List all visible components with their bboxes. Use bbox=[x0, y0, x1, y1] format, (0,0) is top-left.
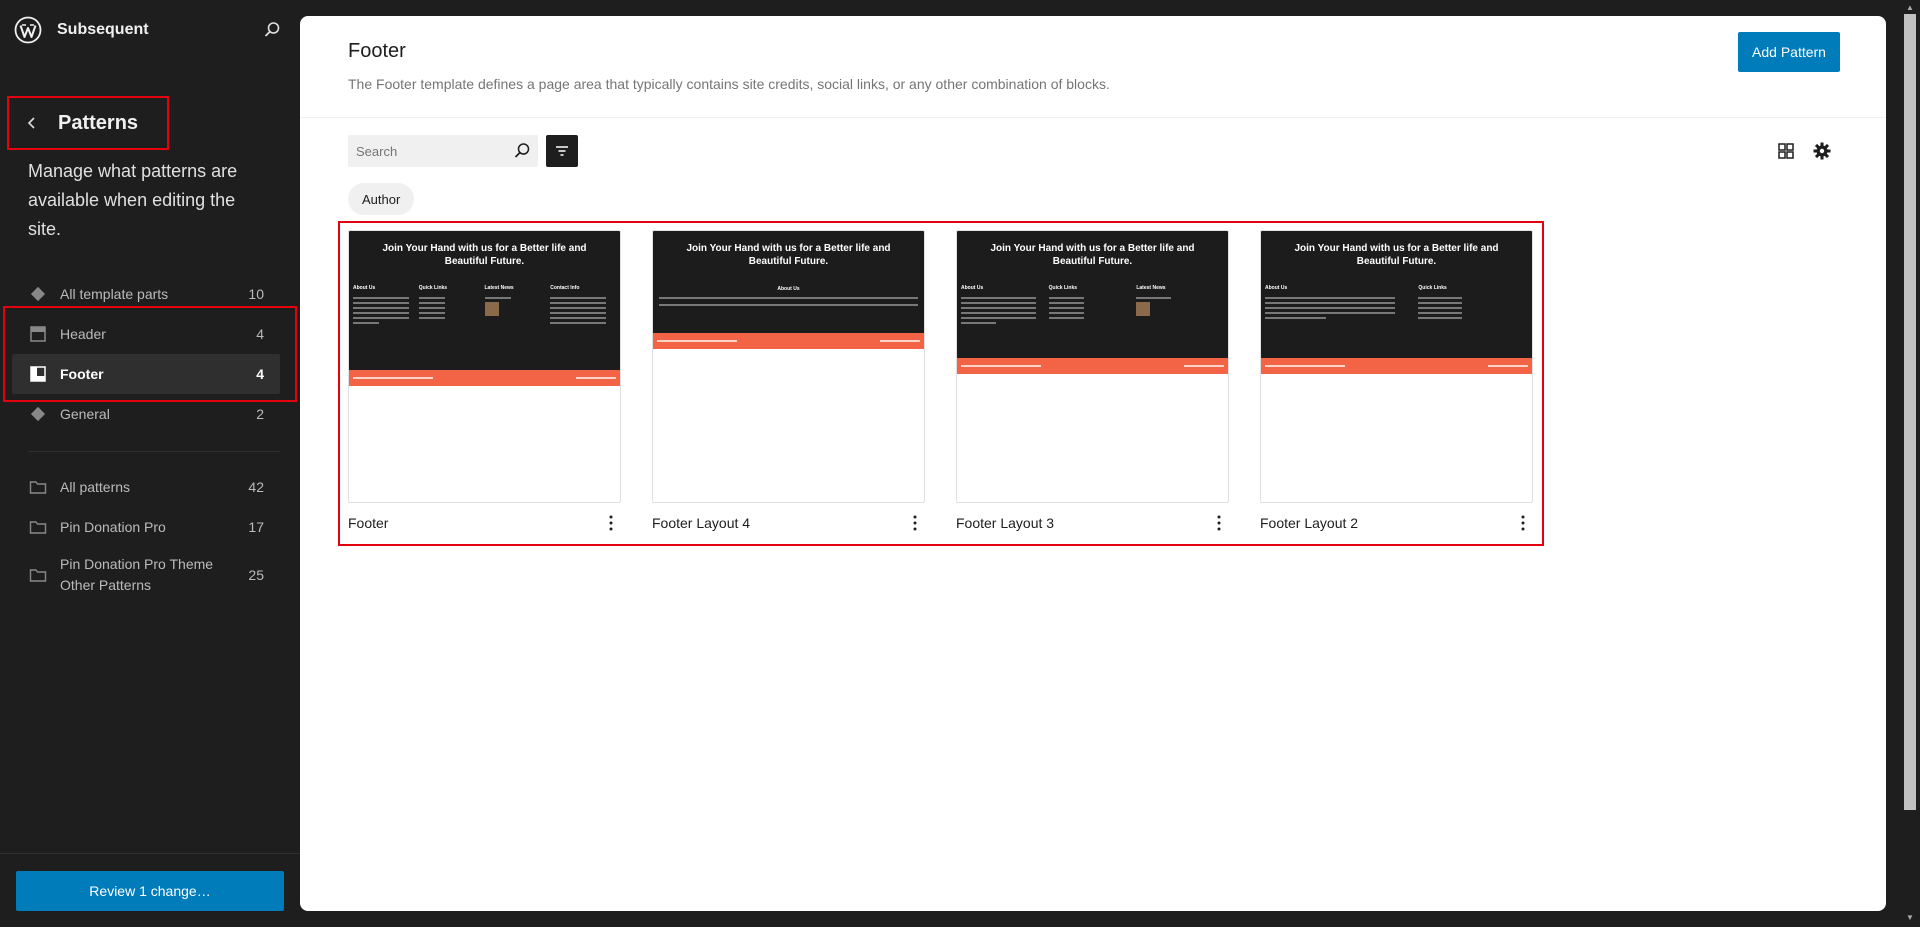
more-options-button[interactable] bbox=[601, 513, 621, 533]
pattern-preview[interactable]: Join Your Hand with us for a Better life… bbox=[956, 230, 1229, 503]
more-vertical-icon bbox=[609, 515, 613, 531]
pattern-name[interactable]: Footer Layout 4 bbox=[652, 515, 750, 531]
preview-headline: Join Your Hand with us for a Better life… bbox=[382, 243, 587, 267]
sidebar-divider bbox=[28, 451, 280, 452]
folder-icon bbox=[28, 517, 48, 537]
pattern-card: Join Your Hand with us for a Better life… bbox=[1260, 230, 1533, 543]
pattern-name[interactable]: Footer bbox=[348, 515, 388, 531]
pattern-name[interactable]: Footer Layout 3 bbox=[956, 515, 1054, 531]
nav-item-all-patterns[interactable]: All patterns 42 bbox=[12, 467, 280, 507]
page-description: The Footer template defines a page area … bbox=[348, 76, 1110, 92]
pattern-preview[interactable]: Join Your Hand with us for a Better life… bbox=[652, 230, 925, 503]
page-title: Footer bbox=[348, 40, 406, 62]
sidebar-description: Manage what patterns are available when … bbox=[28, 161, 238, 239]
more-vertical-icon bbox=[1217, 515, 1221, 531]
more-vertical-icon bbox=[1521, 515, 1525, 531]
chevron-left-icon bbox=[27, 117, 35, 129]
folder-icon bbox=[28, 477, 48, 497]
sidebar-title: Patterns bbox=[58, 111, 139, 134]
pattern-card: Join Your Hand with us for a Better life… bbox=[652, 230, 925, 543]
symbol-icon bbox=[28, 404, 48, 424]
scrollbar-thumb[interactable] bbox=[1904, 14, 1916, 810]
pattern-card: Join Your Hand with us for a Better life… bbox=[956, 230, 1229, 543]
search-input[interactable] bbox=[348, 143, 498, 159]
news-thumbnail bbox=[1136, 302, 1151, 316]
search-icon[interactable] bbox=[262, 20, 282, 40]
back-button[interactable] bbox=[22, 113, 42, 133]
grid-view-icon[interactable] bbox=[1776, 141, 1796, 161]
sidebar: Subsequent Patterns Manage what patterns… bbox=[0, 0, 300, 927]
more-options-button[interactable] bbox=[1513, 513, 1533, 533]
pattern-card: Join Your Hand with us for a Better life… bbox=[348, 230, 621, 543]
author-filter-chip[interactable]: Author bbox=[348, 183, 415, 215]
pattern-categories-nav: All patterns 42 Pin Donation Pro 17 Pin … bbox=[12, 467, 280, 603]
page-header: Footer The Footer template defines a pag… bbox=[300, 16, 1886, 118]
folder-icon bbox=[28, 565, 48, 585]
nav-item-pin-donation-pro-theme-other[interactable]: Pin Donation Pro Theme Other Patterns 25 bbox=[12, 547, 280, 603]
scroll-up-arrow-icon[interactable]: ▲ bbox=[1904, 2, 1916, 12]
scroll-down-arrow-icon[interactable]: ▼ bbox=[1904, 912, 1916, 922]
pattern-preview[interactable]: Join Your Hand with us for a Better life… bbox=[1260, 230, 1533, 503]
pattern-name[interactable]: Footer Layout 2 bbox=[1260, 515, 1358, 531]
more-options-button[interactable] bbox=[905, 513, 925, 533]
more-options-button[interactable] bbox=[1209, 513, 1229, 533]
filter-icon bbox=[556, 146, 568, 156]
patterns-heading: Patterns bbox=[7, 96, 169, 150]
preview-headline: Join Your Hand with us for a Better life… bbox=[990, 243, 1195, 267]
news-thumbnail bbox=[484, 302, 499, 316]
search-icon bbox=[514, 143, 530, 158]
search-field bbox=[348, 135, 538, 167]
gear-icon[interactable] bbox=[1812, 141, 1832, 161]
nav-item-pin-donation-pro[interactable]: Pin Donation Pro 17 bbox=[12, 507, 280, 547]
filter-button[interactable] bbox=[546, 135, 578, 167]
site-hub: Subsequent bbox=[14, 14, 149, 46]
main-content: Footer The Footer template defines a pag… bbox=[300, 16, 1886, 911]
pattern-preview[interactable]: Join Your Hand with us for a Better life… bbox=[348, 230, 621, 503]
more-vertical-icon bbox=[913, 515, 917, 531]
wordpress-logo-icon[interactable] bbox=[14, 16, 42, 44]
highlight-box-nav bbox=[3, 306, 297, 402]
symbol-icon bbox=[28, 284, 48, 304]
review-changes-button[interactable]: Review 1 change… bbox=[16, 871, 284, 911]
preview-headline: Join Your Hand with us for a Better life… bbox=[1294, 243, 1499, 267]
sidebar-footer-divider bbox=[0, 853, 300, 854]
add-pattern-button[interactable]: Add Pattern bbox=[1738, 32, 1840, 72]
site-title[interactable]: Subsequent bbox=[57, 21, 149, 39]
preview-headline: Join Your Hand with us for a Better life… bbox=[686, 243, 891, 267]
